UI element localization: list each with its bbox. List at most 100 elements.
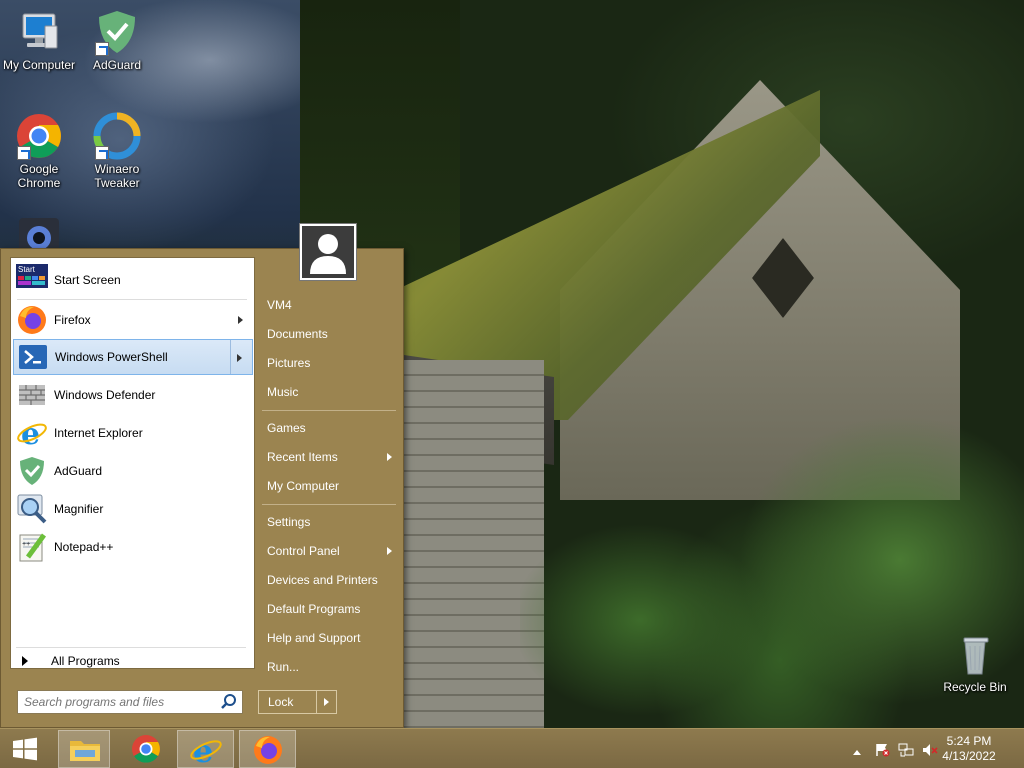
svg-text:e: e xyxy=(21,417,40,449)
magnifier-icon xyxy=(16,493,48,525)
system-clock[interactable]: 5:24 PM 4/13/2022 xyxy=(934,734,1004,764)
lock-options-arrow-icon[interactable] xyxy=(316,691,336,713)
menu-item-notepad-plus-plus[interactable]: ++ Notepad++ xyxy=(13,529,253,565)
right-item-label: Recent Items xyxy=(267,450,338,464)
menu-item-label: AdGuard xyxy=(54,464,103,478)
right-item-label: Documents xyxy=(267,327,328,341)
desktop-icon-winaero-tweaker[interactable]: Winaero Tweaker xyxy=(78,112,156,190)
submenu-arrow-icon xyxy=(387,547,392,555)
right-item-default-programs[interactable]: Default Programs xyxy=(260,596,398,622)
computer-icon xyxy=(15,8,63,56)
shortcut-arrow-icon xyxy=(95,146,109,160)
taskbar-file-explorer[interactable] xyxy=(58,730,110,768)
lock-label: Lock xyxy=(268,695,294,709)
menu-item-magnifier[interactable]: Magnifier xyxy=(13,491,253,527)
desktop-icon-label: Winaero Tweaker xyxy=(94,162,140,190)
taskbar: e 5:24 PM 4/13/2022 xyxy=(0,728,1024,768)
all-programs-button[interactable]: All Programs xyxy=(10,646,255,676)
powershell-icon xyxy=(17,341,49,373)
adguard-icon xyxy=(16,455,48,487)
menu-item-label: Notepad++ xyxy=(54,540,114,554)
chrome-icon xyxy=(15,112,63,160)
menu-item-label: Internet Explorer xyxy=(54,426,143,440)
right-item-music[interactable]: Music xyxy=(260,379,398,405)
start-button[interactable] xyxy=(2,730,48,768)
desktop-icon-label: Google Chrome xyxy=(17,162,61,190)
lock-button[interactable]: Lock xyxy=(258,690,337,714)
right-item-label: Control Panel xyxy=(267,544,340,558)
desktop-icon-google-chrome[interactable]: Google Chrome xyxy=(0,112,78,190)
recycle-bin-icon xyxy=(951,630,999,678)
right-item-games[interactable]: Games xyxy=(260,415,398,441)
svg-text:++: ++ xyxy=(22,541,30,548)
user-avatar-icon xyxy=(302,226,354,278)
winaero-tweaker-icon xyxy=(93,112,141,160)
desktop-icon-label: My Computer xyxy=(2,58,76,72)
menu-item-start-screen[interactable]: Start Start Screen xyxy=(13,262,253,298)
right-separator xyxy=(262,504,396,505)
menu-item-windows-powershell[interactable]: Windows PowerShell xyxy=(13,339,253,375)
taskbar-firefox[interactable] xyxy=(239,730,296,768)
ie-icon: e xyxy=(16,417,48,452)
notepadpp-icon: ++ xyxy=(16,531,48,563)
right-item-label: Devices and Printers xyxy=(267,573,378,587)
desktop-icon-label: Recycle Bin xyxy=(943,680,1007,694)
right-item-label: VM4 xyxy=(267,298,292,312)
menu-item-label: Windows PowerShell xyxy=(55,350,168,364)
taskbar-google-chrome[interactable] xyxy=(120,730,172,768)
network-icon[interactable] xyxy=(898,743,914,757)
right-item-run[interactable]: Run... xyxy=(260,654,398,680)
menu-item-adguard[interactable]: AdGuard xyxy=(13,453,253,489)
show-hidden-icons-chevron-up-icon[interactable] xyxy=(852,745,862,755)
start-menu: Start Start Screen Firefox Windows Power… xyxy=(0,224,404,728)
desktop-icon-adguard[interactable]: AdGuard xyxy=(78,8,156,72)
arrow-right-icon xyxy=(22,656,28,666)
right-item-control-panel[interactable]: Control Panel xyxy=(260,538,398,564)
right-item-settings[interactable]: Settings xyxy=(260,509,398,535)
right-item-label: Pictures xyxy=(267,356,311,370)
right-item-my-computer[interactable]: My Computer xyxy=(260,473,398,499)
desktop-icon-my-computer[interactable]: My Computer xyxy=(0,8,78,72)
ie-icon: e xyxy=(190,732,222,768)
taskbar-internet-explorer[interactable]: e xyxy=(177,730,234,768)
clock-date: 4/13/2022 xyxy=(942,749,996,763)
windows-logo-icon xyxy=(13,737,37,761)
right-item-label: Music xyxy=(267,385,299,399)
right-item-pictures[interactable]: Pictures xyxy=(260,350,398,376)
right-item-recent-items[interactable]: Recent Items xyxy=(260,444,398,470)
right-item-label: Run... xyxy=(267,660,300,674)
right-item-help-and-support[interactable]: Help and Support xyxy=(260,625,398,651)
folder-icon xyxy=(70,741,100,761)
search-input[interactable] xyxy=(18,692,220,712)
shortcut-arrow-icon xyxy=(95,42,109,56)
menu-item-label: Magnifier xyxy=(54,502,104,516)
desktop-icon-recycle-bin[interactable]: Recycle Bin xyxy=(936,630,1014,694)
start-menu-programs-pane: Start Start Screen Firefox Windows Power… xyxy=(10,257,255,669)
menu-separator xyxy=(17,299,247,300)
all-programs-label: All Programs xyxy=(51,654,120,668)
submenu-arrow-icon xyxy=(238,316,243,324)
submenu-arrow-icon xyxy=(237,354,242,362)
right-item-label: My Computer xyxy=(267,479,340,493)
right-item-label: Settings xyxy=(267,515,311,529)
search-icon[interactable] xyxy=(220,693,238,711)
menu-item-label: Firefox xyxy=(54,313,91,327)
menu-item-internet-explorer[interactable]: e Internet Explorer xyxy=(13,415,253,452)
right-item-vm4[interactable]: VM4 xyxy=(260,292,398,318)
right-item-documents[interactable]: Documents xyxy=(260,321,398,347)
right-item-label: Default Programs xyxy=(267,602,361,616)
adguard-icon xyxy=(93,8,141,56)
menu-item-firefox[interactable]: Firefox xyxy=(13,302,253,338)
right-item-devices-and-printers[interactable]: Devices and Printers xyxy=(260,567,398,593)
menu-item-windows-defender[interactable]: Windows Defender xyxy=(13,377,253,413)
firefox-icon xyxy=(16,304,48,336)
shortcut-arrow-icon xyxy=(17,146,31,160)
right-separator xyxy=(262,410,396,411)
right-item-label: Help and Support xyxy=(267,631,361,645)
start-screen-icon-text: Start xyxy=(18,265,36,274)
action-center-flag-icon[interactable] xyxy=(874,743,890,757)
menu-item-label: Start Screen xyxy=(54,273,121,287)
search-programs-box xyxy=(17,690,243,714)
user-avatar[interactable] xyxy=(300,224,356,280)
firefox-icon xyxy=(254,736,282,764)
